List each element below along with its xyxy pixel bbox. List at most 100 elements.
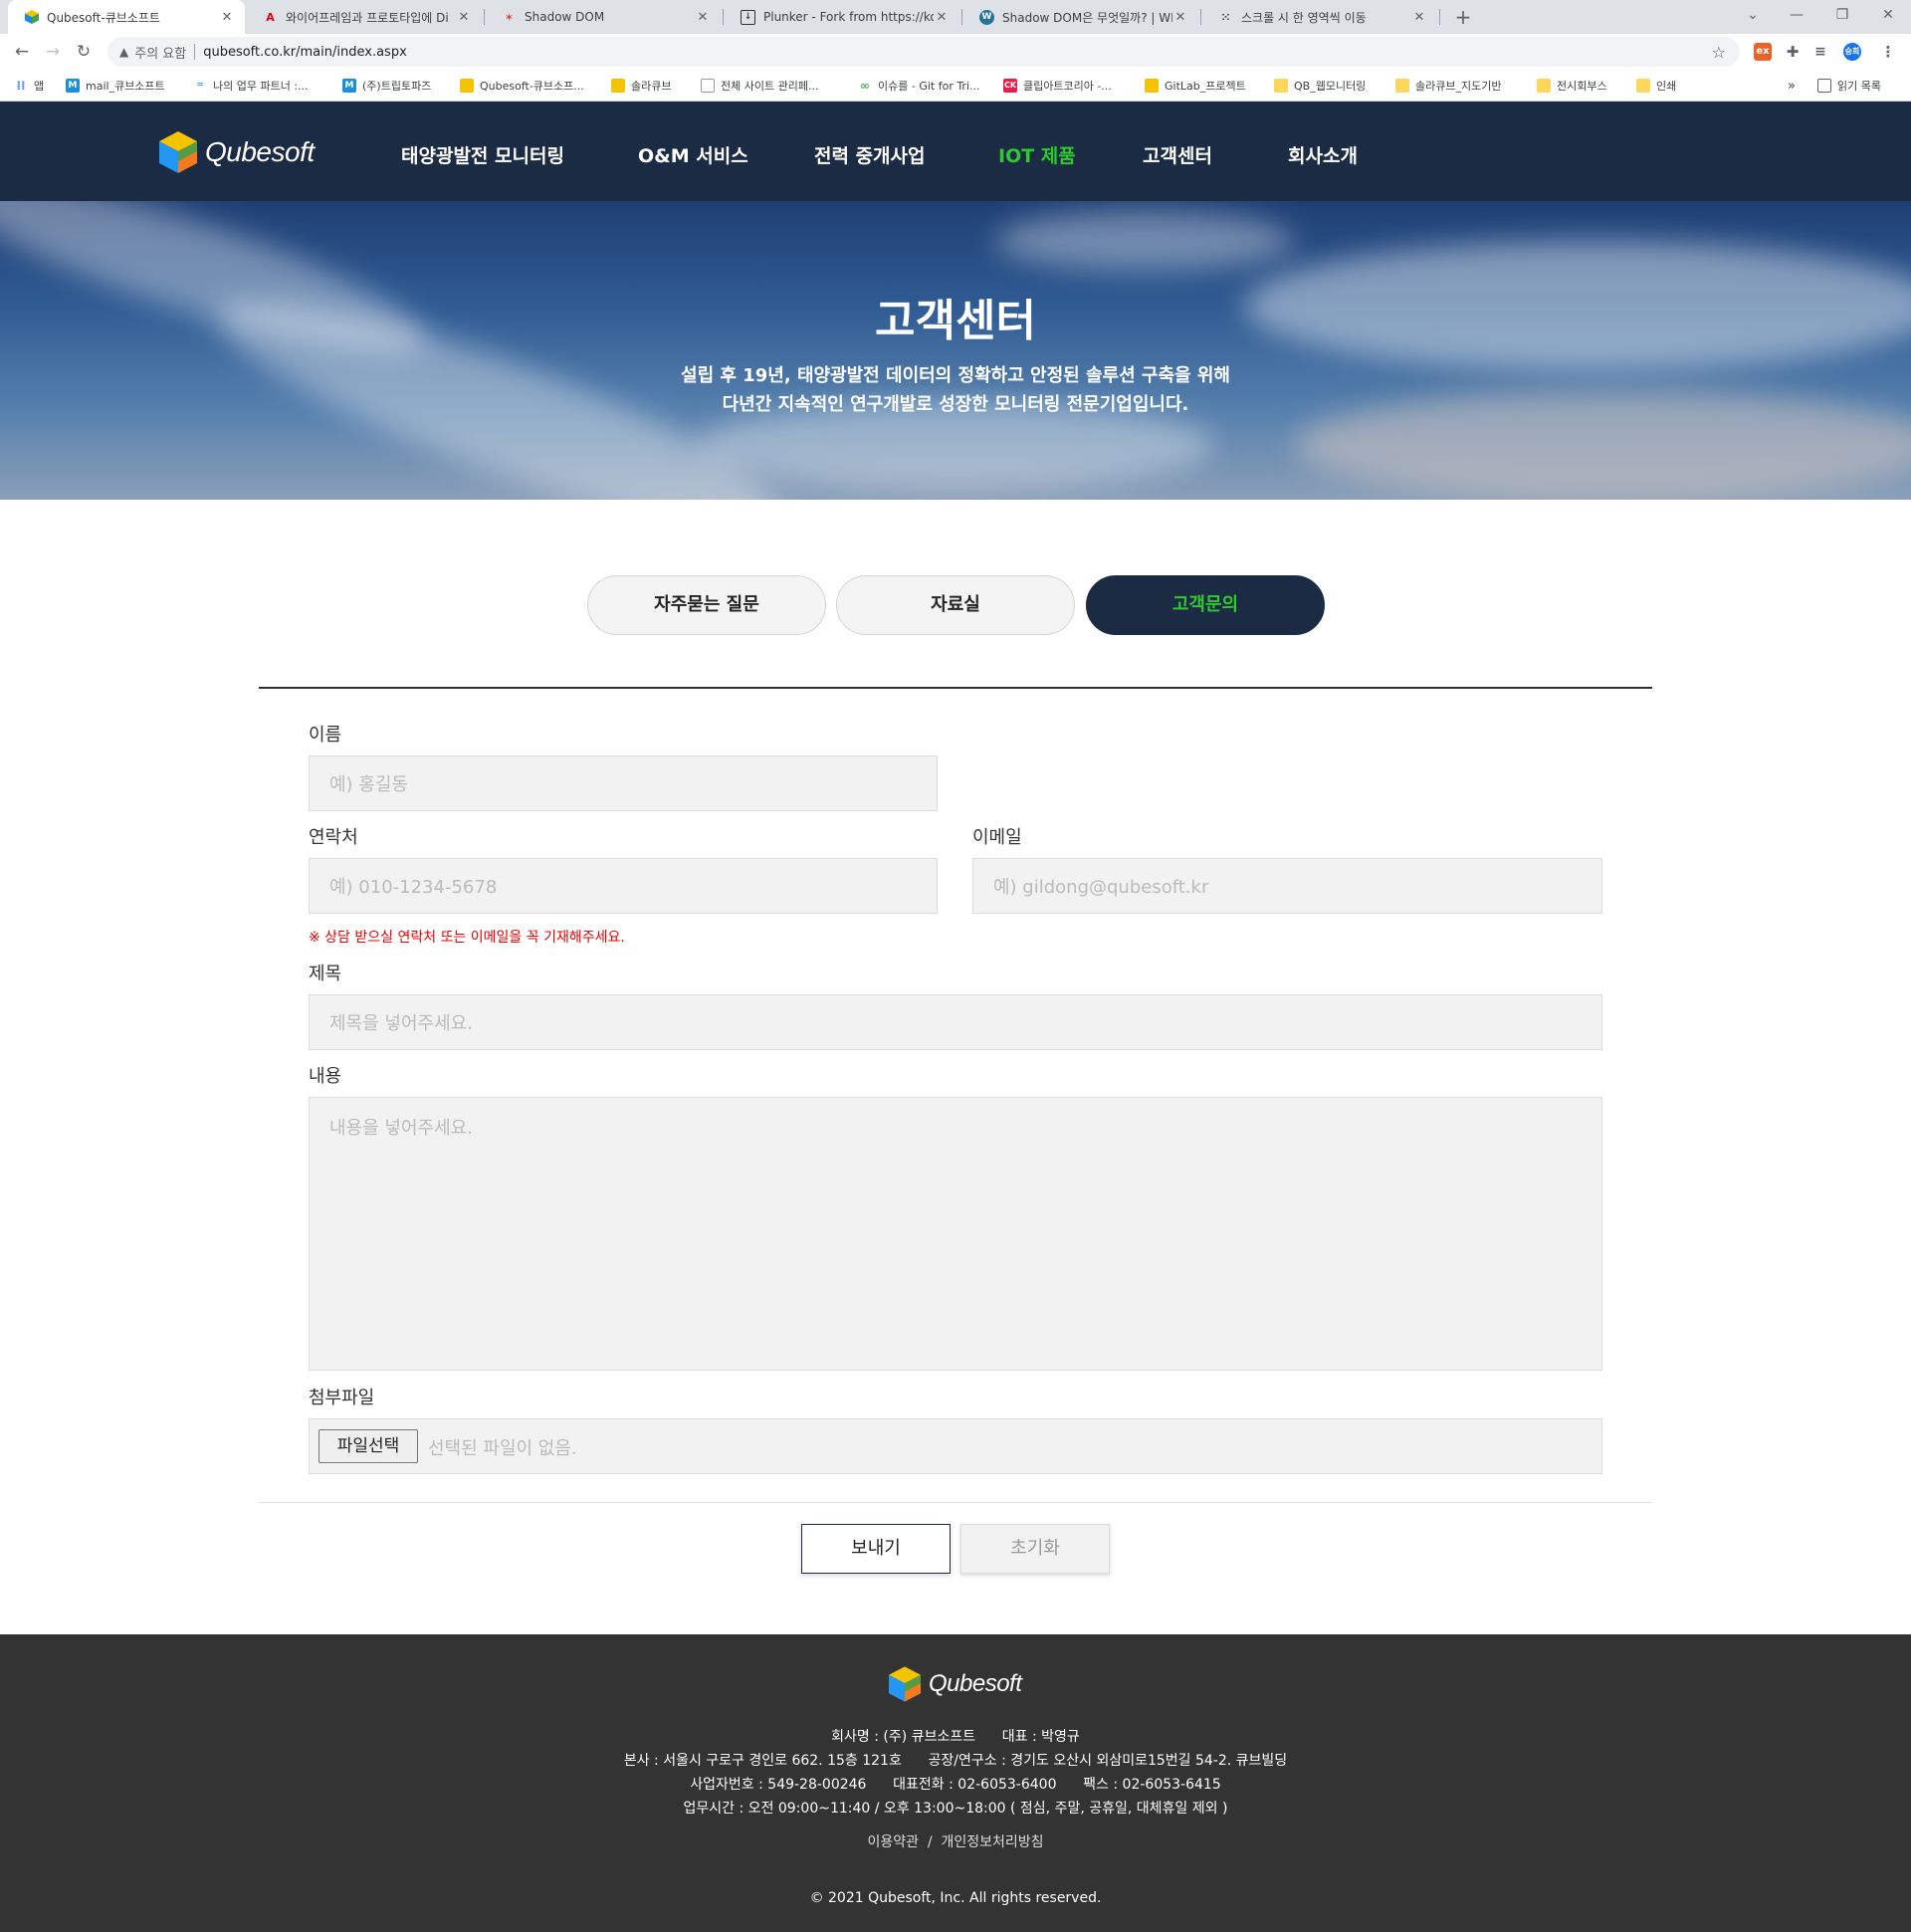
browser-tab-scroll[interactable]: ⁙ 스크롤 시 한 영역씩 이동 ✕ xyxy=(1202,0,1437,34)
footer-logo[interactable]: Qubesoft xyxy=(889,1666,1022,1702)
subject-label: 제목 xyxy=(309,964,342,984)
url-text[interactable]: qubesoft.co.kr/main/index.aspx xyxy=(203,45,407,60)
apps-grid-icon: ⁞⁞ xyxy=(16,79,26,93)
browser-tab-shadow-dom-we[interactable]: W Shadow DOM은 무엇일까? | WE ✕ xyxy=(963,0,1198,34)
email-label: 이메일 xyxy=(972,827,1022,848)
footer-contact: 사업자번호 : 549-28-00246 대표전화 : 02-6053-6400… xyxy=(690,1777,1221,1793)
reload-icon[interactable]: ↻ xyxy=(72,40,96,64)
bookmark-site-admin[interactable]: 전체 사이트 관리페... xyxy=(701,77,818,95)
new-tab-button[interactable]: + xyxy=(1449,3,1477,31)
subject-input[interactable]: 제목을 넣어주세요. xyxy=(309,994,1602,1050)
browser-tab-wireframe[interactable]: A 와이어프레임과 프로토타입에 Di ✕ xyxy=(247,0,482,34)
reset-button[interactable]: 초기화 xyxy=(960,1524,1110,1574)
form-bottom-divider xyxy=(259,1502,1652,1503)
logo-text: Qubesoft xyxy=(205,136,315,167)
dots-icon: ⁙ xyxy=(1220,10,1231,24)
bookmark-triptopaz[interactable]: M (주)트립토파즈 xyxy=(342,77,431,95)
back-arrow-icon[interactable]: ← xyxy=(10,40,34,64)
site-footer: Qubesoft 회사명 : (주) 큐브소프트 대표 : 박영규 본사 : 서… xyxy=(0,1634,1911,1932)
more-bookmarks-chevron-icon[interactable]: » xyxy=(1788,77,1796,95)
footer-address: 본사 : 서울시 구로구 경인로 662. 15층 121호 공장/연구소 : … xyxy=(623,1753,1288,1769)
tab-search-icon[interactable]: ⌄ xyxy=(1730,0,1776,30)
nav-customer-center[interactable]: 고객센터 xyxy=(1143,141,1212,168)
bookmark-mail[interactable]: Mmail_큐브소프트 xyxy=(66,77,165,95)
browser-toolbar: ← → ↻ ▲ 주의 요함 qubesoft.co.kr/main/index.… xyxy=(0,34,1911,70)
close-icon[interactable]: ✕ xyxy=(219,10,235,25)
tab-inquiry[interactable]: 고객문의 xyxy=(1086,575,1325,635)
window-close-icon[interactable]: ✕ xyxy=(1865,0,1911,30)
nav-power-brokerage[interactable]: 전력 중개사업 xyxy=(814,141,926,168)
restore-icon[interactable]: ❐ xyxy=(1819,0,1865,30)
footer-logo-text: Qubesoft xyxy=(929,1670,1022,1697)
nav-solar-monitoring[interactable]: 태양광발전 모니터링 xyxy=(401,141,564,168)
hero-banner: 고객센터 설립 후 19년, 태양광발전 데이터의 정확하고 안정된 솔루션 구… xyxy=(0,201,1911,500)
close-icon[interactable]: ✕ xyxy=(934,10,950,25)
qube-cube-icon xyxy=(460,79,474,93)
phone-label: 연락처 xyxy=(309,827,358,848)
terms-link[interactable]: 이용약관 xyxy=(867,1834,919,1850)
bookmark-git-issues[interactable]: ∞ 이슈를 - Git for Tri... xyxy=(858,77,980,95)
tab-resources[interactable]: 자료실 xyxy=(836,575,1075,635)
tab-faq[interactable]: 자주묻는 질문 xyxy=(587,575,826,635)
email-input[interactable]: 예) gildong@qubesoft.kr xyxy=(972,858,1602,914)
qube-cube-icon xyxy=(24,10,39,25)
link-separator: / xyxy=(927,1834,933,1850)
choose-file-button[interactable]: 파일선택 xyxy=(318,1429,418,1463)
page-icon xyxy=(701,79,715,93)
bookmark-partner[interactable]: ♒ 나의 업무 파트너 :... xyxy=(193,77,309,95)
bookmark-clipart[interactable]: CK 클립아트코리아 -... xyxy=(1003,77,1112,95)
bookmark-solarcube[interactable]: 솔라큐브 xyxy=(611,77,671,95)
name-input[interactable]: 예) 홍길동 xyxy=(309,755,938,811)
extension-ex-icon[interactable]: ex xyxy=(1754,43,1772,61)
address-bar[interactable]: ▲ 주의 요함 qubesoft.co.kr/main/index.aspx ☆ xyxy=(107,37,1740,67)
bookmark-star-icon[interactable]: ☆ xyxy=(1712,43,1726,62)
minimize-icon[interactable]: — xyxy=(1774,0,1819,30)
puzzle-extensions-icon[interactable]: ✚ xyxy=(1784,43,1802,61)
folder-icon xyxy=(1636,79,1650,93)
menu-kebab-icon[interactable]: ⋮ xyxy=(1879,43,1897,61)
browser-tab-strip: Qubesoft-큐브소프트 ✕ A 와이어프레임과 프로토타입에 Di ✕ ✶… xyxy=(0,0,1911,34)
browser-tab-shadow-dom[interactable]: ✶ Shadow DOM ✕ xyxy=(486,0,721,34)
bookmark-apps[interactable]: ⁞⁞ 앱 xyxy=(14,77,44,95)
content-textarea[interactable]: 내용을 넣어주세요. xyxy=(309,1097,1602,1371)
folder-icon xyxy=(1395,79,1409,93)
media-control-icon[interactable]: ≡ xyxy=(1811,43,1829,61)
close-icon[interactable]: ✕ xyxy=(695,10,711,25)
privacy-link[interactable]: 개인정보처리방침 xyxy=(942,1834,1044,1850)
site-header: Qubesoft 태양광발전 모니터링 O&M 서비스 전력 중개사업 IOT … xyxy=(0,102,1911,201)
tab-title: 스크롤 시 한 영역씩 이동 xyxy=(1241,10,1367,25)
security-warning[interactable]: 주의 요함 xyxy=(134,43,186,62)
nav-company-intro[interactable]: 회사소개 xyxy=(1288,141,1358,168)
bookmark-qubesoft[interactable]: Qubesoft-큐브소프... xyxy=(460,77,584,95)
folder-icon xyxy=(1537,79,1551,93)
partner-icon: ♒ xyxy=(195,81,205,91)
tab-title: Plunker - Fork from https://ko.ja xyxy=(763,10,934,24)
bookmark-gitlab[interactable]: GitLab_프로젝트 xyxy=(1145,77,1246,95)
close-icon[interactable]: ✕ xyxy=(456,10,472,25)
bookmark-print[interactable]: 인쇄 xyxy=(1636,77,1676,95)
attachment-label: 첨부파일 xyxy=(309,1388,375,1408)
site-logo[interactable]: Qubesoft xyxy=(159,131,315,173)
git-icon: ∞ xyxy=(860,79,870,93)
bookmark-qb-web[interactable]: QB_웹모니터링 xyxy=(1274,77,1366,95)
send-button[interactable]: 보내기 xyxy=(801,1524,951,1574)
reading-list-icon xyxy=(1817,79,1831,93)
m-icon: M xyxy=(66,79,80,93)
nav-om-service[interactable]: O&M 서비스 xyxy=(638,141,748,168)
profile-avatar[interactable]: 승희 xyxy=(1843,43,1861,61)
tab-title: 와이어프레임과 프로토타입에 Di xyxy=(286,10,449,25)
browser-tab-plunker[interactable]: ↓ Plunker - Fork from https://ko.ja ✕ xyxy=(725,0,959,34)
nav-iot-products[interactable]: IOT 제품 xyxy=(998,141,1076,168)
close-icon[interactable]: ✕ xyxy=(1172,10,1188,25)
browser-tab-qubesoft[interactable]: Qubesoft-큐브소프트 ✕ xyxy=(8,0,245,34)
folder-icon xyxy=(1274,79,1288,93)
close-icon[interactable]: ✕ xyxy=(1411,10,1427,25)
forward-arrow-icon[interactable]: → xyxy=(41,40,65,64)
hero-title: 고객센터 xyxy=(875,296,1036,346)
reading-list[interactable]: 읽기 목록 xyxy=(1817,77,1881,95)
footer-hours: 업무시간 : 오전 09:00~11:40 / 오후 13:00~18:00 (… xyxy=(683,1801,1228,1817)
bookmark-solar-map[interactable]: 솔라큐브_지도기반 xyxy=(1395,77,1501,95)
phone-input[interactable]: 예) 010-1234-5678 xyxy=(309,858,938,914)
bookmark-exhibition[interactable]: 전시회부스 xyxy=(1537,77,1607,95)
contact-notice: ※ 상담 받으실 연락처 또는 이메일을 꼭 기재해주세요. xyxy=(309,930,625,946)
